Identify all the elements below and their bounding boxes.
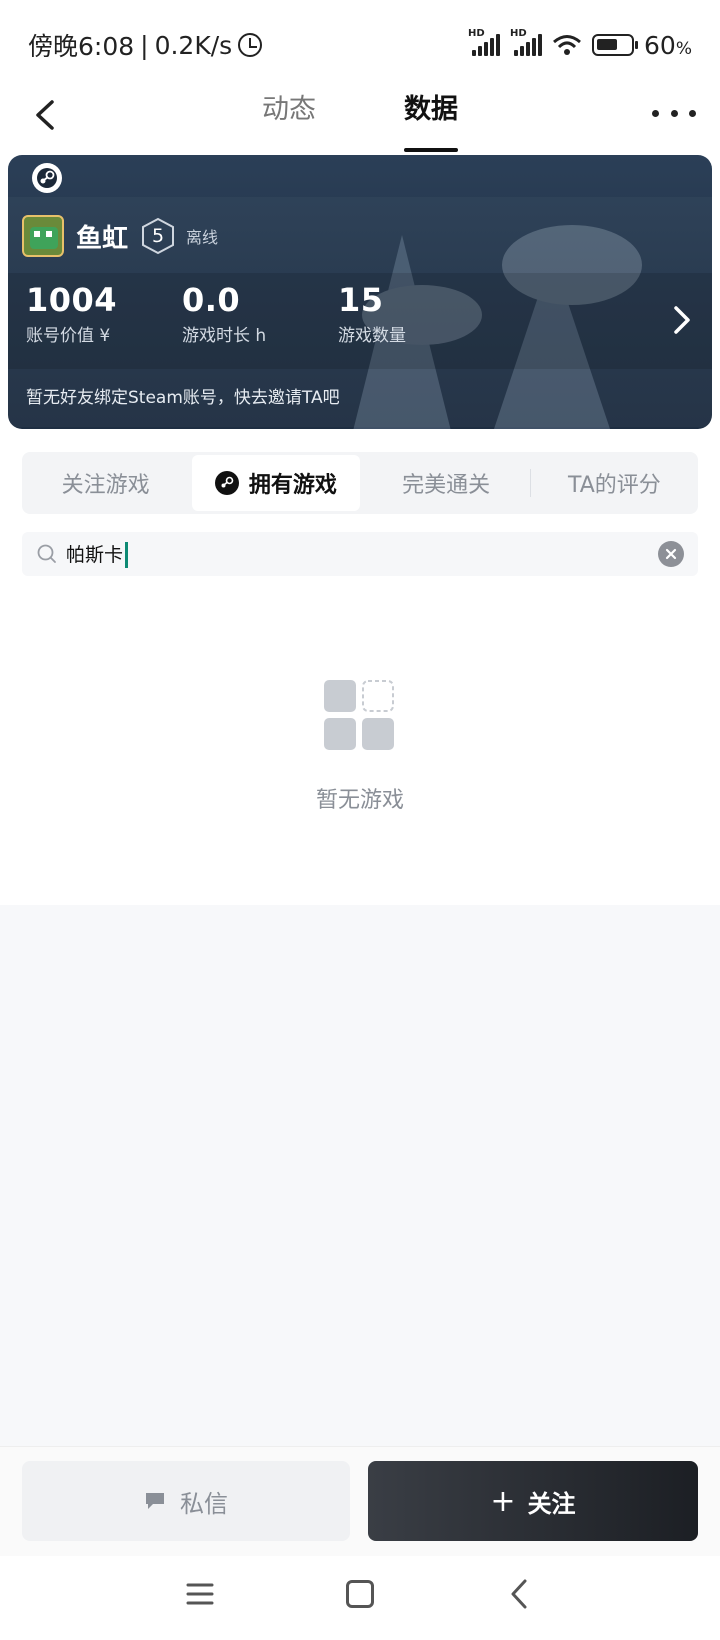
tab-label: 拥有游戏 xyxy=(248,473,337,498)
stat-play-time: 0.0 游戏时长 h xyxy=(182,281,266,346)
status-separator: | xyxy=(140,30,149,60)
tab-label: TA的评分 xyxy=(567,473,661,498)
battery-percent: 60% xyxy=(644,30,692,60)
online-status: 离线 xyxy=(186,228,219,247)
profile-row: 鱼虹 5 离线 xyxy=(22,213,218,259)
message-button[interactable]: 私信 xyxy=(22,1461,350,1541)
network-speed: 0.2K/s xyxy=(154,30,233,60)
tab-ratings[interactable]: TA的评分 xyxy=(531,455,698,511)
stat-label: 游戏数量 xyxy=(338,326,406,346)
tab-data-label: 数据 xyxy=(404,94,458,125)
stat-value: 1004 xyxy=(26,281,118,319)
status-time: 傍晚6:08 xyxy=(28,32,135,61)
steam-profile-card[interactable]: 鱼虹 5 离线 1004 账号价值 ¥ 0.0 游戏时长 h 15 游戏数量 暂… xyxy=(8,155,712,429)
tab-followed-games[interactable]: 关注游戏 xyxy=(22,455,189,511)
tab-label: 关注游戏 xyxy=(61,473,150,498)
steam-logo-icon xyxy=(32,163,62,193)
stat-account-value: 1004 账号价值 ¥ xyxy=(26,281,117,346)
menu-icon[interactable] xyxy=(186,1582,214,1606)
home-icon[interactable] xyxy=(346,1580,374,1608)
invite-tip: 暂无好友绑定Steam账号，快去邀请TA吧 xyxy=(26,388,340,408)
follow-button[interactable]: + 关注 xyxy=(368,1461,698,1541)
tab-feed[interactable]: 动态 xyxy=(262,88,316,148)
wifi-icon xyxy=(552,33,582,57)
clear-search-button[interactable] xyxy=(658,541,684,567)
search-icon xyxy=(36,543,58,565)
signal-icon: HD xyxy=(468,28,501,56)
chevron-right-icon[interactable] xyxy=(668,300,696,340)
bottom-action-bar: 私信 + 关注 xyxy=(0,1446,720,1556)
more-menu-button[interactable] xyxy=(652,98,696,128)
tab-data[interactable]: 数据 xyxy=(404,88,458,152)
follow-label: 关注 xyxy=(527,1489,576,1518)
tab-completed-games[interactable]: 完美通关 xyxy=(363,455,530,511)
avatar[interactable] xyxy=(22,215,64,257)
stat-value: 0.0 xyxy=(182,281,241,319)
empty-state-text: 暂无游戏 xyxy=(315,788,404,813)
battery-icon xyxy=(592,34,639,56)
stat-value: 15 xyxy=(338,281,384,319)
tab-owned-games[interactable]: 拥有游戏 xyxy=(192,455,360,511)
status-bar: 傍晚6:08 | 0.2K/s HD HD 60% xyxy=(0,0,720,90)
game-filter-tabs: 关注游戏 拥有游戏 完美通关 TA的评分 xyxy=(22,452,698,514)
signal-hd-label: HD xyxy=(468,28,485,39)
signal-icon: HD xyxy=(510,28,543,56)
chevron-left-icon xyxy=(36,100,54,130)
plus-icon: + xyxy=(490,1483,516,1519)
status-left: 傍晚6:08 | 0.2K/s xyxy=(28,27,263,63)
chat-icon xyxy=(146,1493,164,1509)
text-caret xyxy=(125,542,129,569)
stat-game-count: 15 游戏数量 xyxy=(338,281,406,346)
system-nav-bar xyxy=(0,1556,720,1640)
tab-active-indicator xyxy=(404,148,458,152)
username: 鱼虹 xyxy=(76,223,129,254)
signal-hd-label: HD xyxy=(510,28,527,39)
level-value: 5 xyxy=(151,225,165,247)
tab-label: 完美通关 xyxy=(402,473,491,498)
search-input[interactable]: 帕斯卡 xyxy=(66,540,129,569)
header: 动态 数据 xyxy=(0,80,720,152)
back-button[interactable] xyxy=(20,90,70,140)
search-bar[interactable]: 帕斯卡 xyxy=(22,532,698,576)
alarm-icon xyxy=(238,33,263,57)
stat-label: 游戏时长 h xyxy=(182,326,267,346)
close-icon xyxy=(665,548,677,560)
stat-label: 账号价值 ¥ xyxy=(26,326,111,346)
status-right: HD HD 60% xyxy=(468,28,692,60)
level-badge: 5 xyxy=(140,217,176,255)
stats-row: 1004 账号价值 ¥ 0.0 游戏时长 h 15 游戏数量 xyxy=(8,273,712,369)
back-icon[interactable] xyxy=(508,1578,530,1610)
message-label: 私信 xyxy=(180,1489,228,1518)
steam-icon xyxy=(214,471,239,495)
empty-games-icon xyxy=(324,680,394,750)
